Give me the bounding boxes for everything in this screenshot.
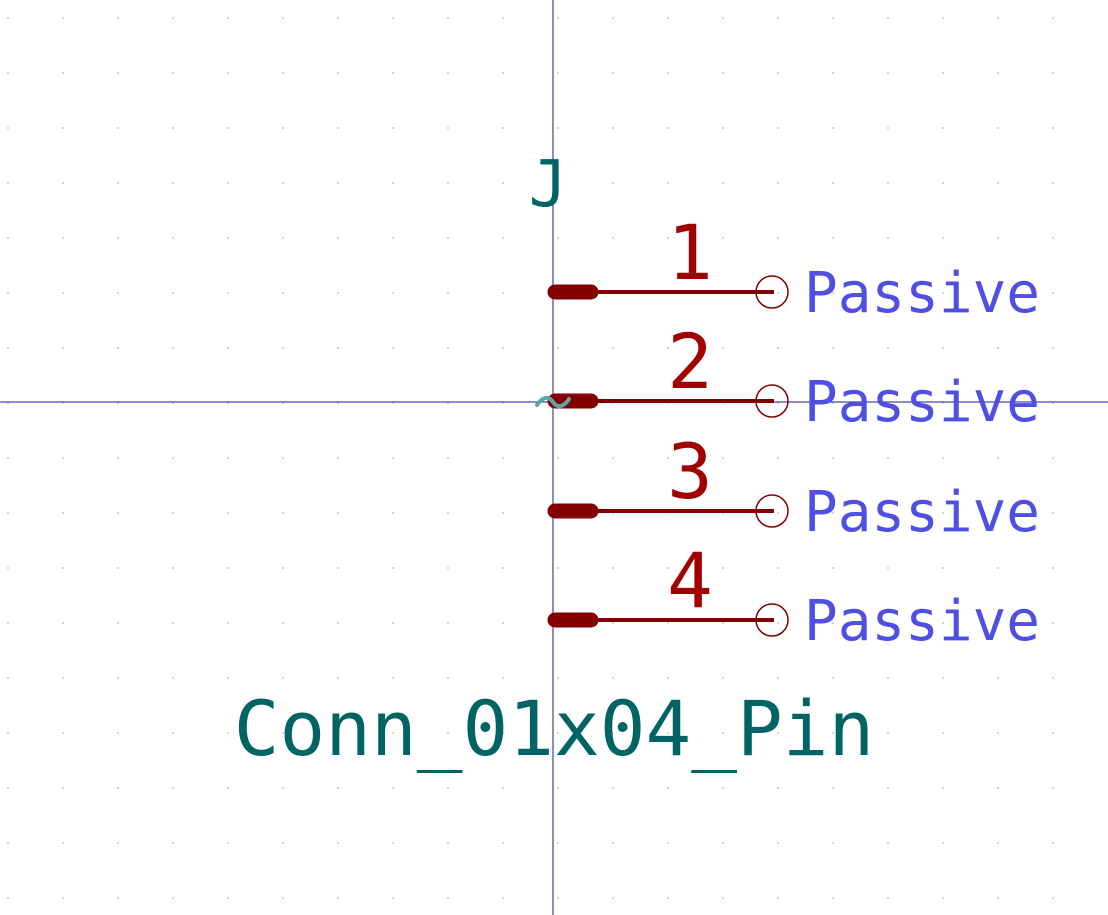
pin-number: 2 [667,317,713,406]
pin-electrical-type: Passive [804,480,1040,545]
symbol-editor-canvas[interactable]: J 1 Passive 2 Passive 3 Passive 4 Passive Conn_… [0,0,1108,915]
pin-1[interactable]: 1 Passive [547,208,1040,326]
pin-4[interactable]: 4 Passive [547,536,1040,654]
pin-number: 3 [667,427,713,516]
reference-designator[interactable]: J [529,148,568,222]
pin-number: 1 [667,208,713,297]
pin-electrical-type: Passive [804,370,1040,435]
pin-electrical-type: Passive [804,589,1040,654]
pin-list: 1 Passive 2 Passive 3 Passive 4 Passive [547,208,1040,654]
schematic-symbol-view[interactable]: J 1 Passive 2 Passive 3 Passive 4 Passive Conn_… [0,0,1108,915]
pin-electrical-type: Passive [804,261,1040,326]
pin-number: 4 [667,536,713,625]
pin-3[interactable]: 3 Passive [547,427,1040,545]
pin-2[interactable]: 2 Passive [547,317,1040,435]
symbol-value[interactable]: Conn_01x04_Pin [234,684,875,773]
